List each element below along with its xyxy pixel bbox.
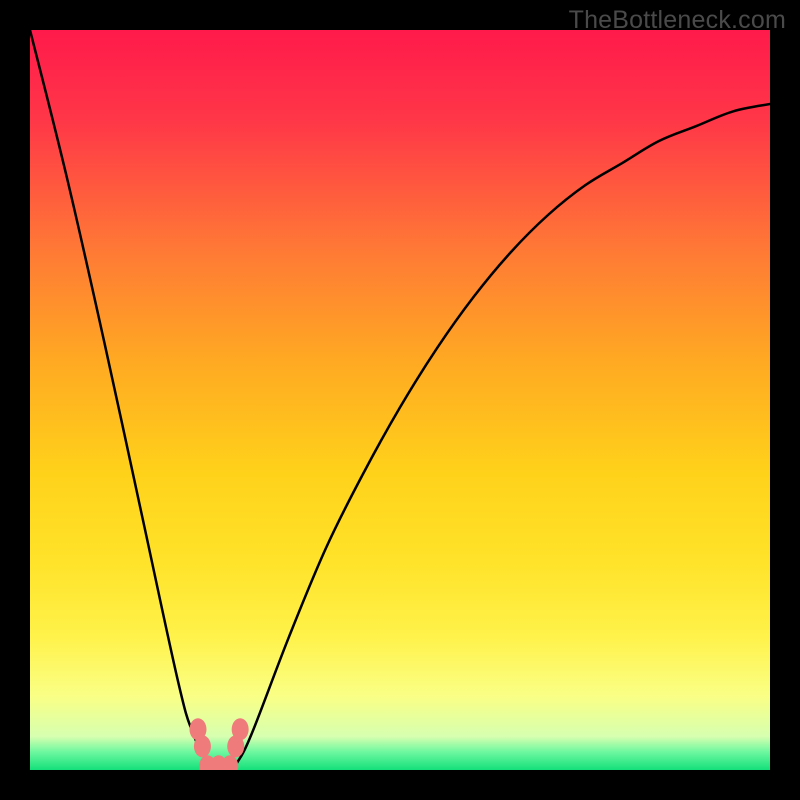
chart-svg — [30, 30, 770, 770]
watermark-label: TheBottleneck.com — [569, 6, 786, 35]
curve-marker — [194, 735, 211, 757]
curve-marker — [232, 718, 249, 740]
bottleneck-chart — [30, 30, 770, 770]
